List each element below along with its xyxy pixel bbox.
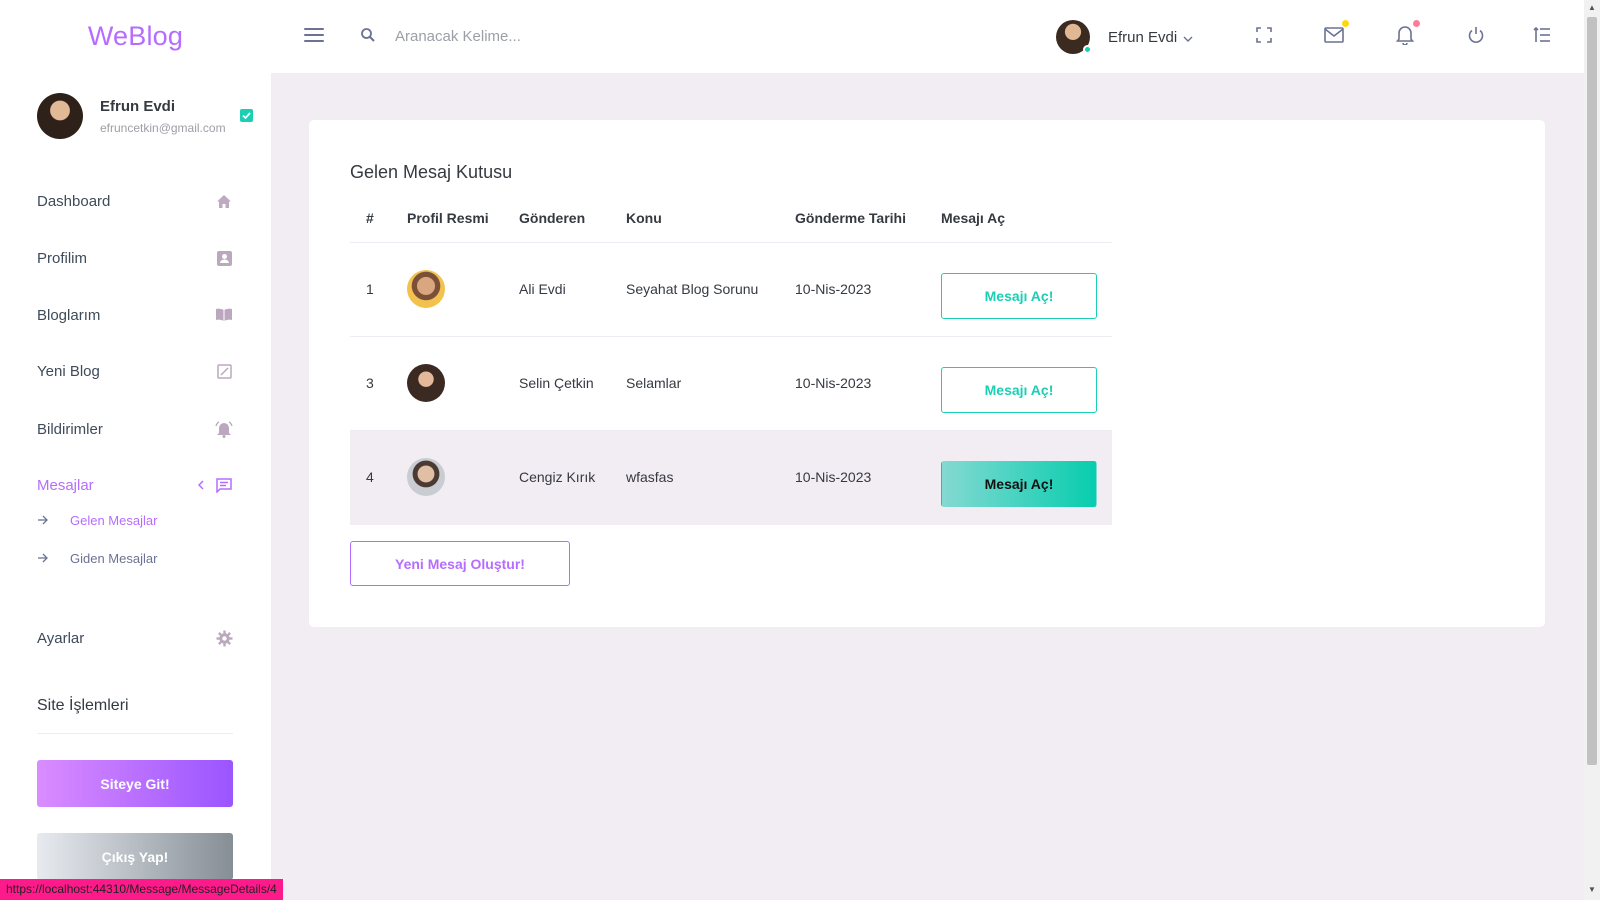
row-sender: Ali Evdi <box>519 281 566 297</box>
row-subject: Seyahat Blog Sorunu <box>626 281 759 297</box>
sidebar-profile[interactable]: Efrun Evdi efruncetkin@gmail.com <box>37 93 257 143</box>
nav-profile-dropdown[interactable]: Efrun Evdi <box>1056 18 1193 56</box>
avatar <box>407 270 445 308</box>
avatar <box>407 458 445 496</box>
section-title-site-islemleri: Site İşlemleri <box>37 697 129 714</box>
row-sender: Selin Çetkin <box>519 375 594 391</box>
row-subject: Selamlar <box>626 375 682 391</box>
verified-icon <box>240 109 253 122</box>
logout-button[interactable]: Çıkış Yap! <box>37 833 233 880</box>
open-message-button[interactable]: Mesajı Aç! <box>941 367 1097 413</box>
avatar <box>37 93 83 139</box>
avatar <box>1056 20 1092 54</box>
column-header: Konu <box>626 210 662 226</box>
page-title: Gelen Mesaj Kutusu <box>350 162 513 182</box>
search-input[interactable] <box>395 22 695 50</box>
sidebar-item-yeni-blog[interactable]: Yeni Blog <box>37 359 233 383</box>
sidebar-subitem-label: Gelen Mesajlar <box>70 512 158 528</box>
sidebar-item-dashboard[interactable]: Dashboard <box>37 189 233 213</box>
nav-user-name: Efrun Evdi <box>1108 28 1178 46</box>
mail-badge <box>1342 20 1349 27</box>
sidebar-item-label: Yeni Blog <box>37 362 100 380</box>
sidebar-subitem-label: Giden Mesajlar <box>70 550 158 566</box>
page-scrollbar[interactable]: ▲ ▼ <box>1584 0 1600 900</box>
search-icon <box>360 27 376 43</box>
chevron-left-icon <box>197 477 204 494</box>
message-icon <box>215 476 233 494</box>
table-row: 1 Ali Evdi Seyahat Blog Sorunu 10-Nis-20… <box>350 243 1112 337</box>
sidebar: Efrun Evdi efruncetkin@gmail.com Dashboa… <box>0 73 271 900</box>
contact-icon <box>215 249 233 267</box>
inbox-card: Gelen Mesaj Kutusu # Profil Resmi Gönder… <box>309 120 1545 627</box>
sidebar-item-bildirimler[interactable]: Bildirimler <box>37 417 233 441</box>
row-id: 1 <box>366 281 374 297</box>
bell-icon <box>215 420 233 438</box>
power-icon[interactable] <box>1465 24 1487 46</box>
scrollbar-thumb[interactable] <box>1587 17 1597 765</box>
column-header: Profil Resmi <box>407 210 489 226</box>
column-header: # <box>366 210 374 226</box>
scroll-down-icon[interactable]: ▼ <box>1588 886 1596 894</box>
new-message-button[interactable]: Yeni Mesaj Oluştur! <box>350 541 570 586</box>
mail-icon[interactable] <box>1323 20 1349 46</box>
scroll-up-icon[interactable]: ▲ <box>1588 4 1596 12</box>
go-to-site-button[interactable]: Siteye Git! <box>37 760 233 807</box>
home-icon <box>215 192 233 210</box>
bell-badge <box>1413 20 1420 27</box>
bell-icon[interactable] <box>1394 20 1420 46</box>
gear-icon <box>215 629 233 647</box>
open-message-button[interactable]: Mesajı Aç! <box>941 273 1097 319</box>
sidebar-item-label: Bildirimler <box>37 420 103 438</box>
row-id: 3 <box>366 375 374 391</box>
sidebar-item-label: Mesajlar <box>37 476 94 494</box>
sidebar-item-label: Ayarlar <box>37 629 85 647</box>
top-navbar: WeBlog Efrun Evdi <box>0 0 1584 73</box>
table-row: 4 Cengiz Kırık wfasfas 10-Nis-2023 Mesaj… <box>350 431 1112 525</box>
sidebar-item-mesajlar[interactable]: Mesajlar <box>37 473 233 497</box>
column-header: Gönderen <box>519 210 586 226</box>
fullscreen-icon[interactable] <box>1253 24 1275 46</box>
sidebar-item-profilim[interactable]: Profilim <box>37 246 233 270</box>
open-message-button[interactable]: Mesajı Aç! <box>941 461 1097 507</box>
sidebar-item-label: Bloglarım <box>37 306 101 324</box>
column-header: Gönderme Tarihi <box>795 210 906 226</box>
row-id: 4 <box>366 469 374 485</box>
sidebar-item-ayarlar[interactable]: Ayarlar <box>37 626 233 650</box>
edit-icon <box>215 362 233 380</box>
arrow-right-icon <box>37 513 57 528</box>
row-date: 10-Nis-2023 <box>795 375 872 391</box>
sidebar-profile-email: efruncetkin@gmail.com <box>100 121 226 135</box>
online-status-dot <box>1083 45 1092 54</box>
row-subject: wfasfas <box>626 469 674 485</box>
menu-toggle-icon[interactable] <box>302 24 326 48</box>
inbox-table: # Profil Resmi Gönderen Konu Gönderme Ta… <box>350 205 1112 525</box>
status-bar-url: https://localhost:44310/Message/MessageD… <box>0 879 283 900</box>
column-header: Mesajı Aç <box>941 210 1006 226</box>
row-date: 10-Nis-2023 <box>795 469 872 485</box>
row-sender: Cengiz Kırık <box>519 469 596 485</box>
divider <box>37 733 233 734</box>
avatar <box>407 364 445 402</box>
table-row: 3 Selin Çetkin Selamlar 10-Nis-2023 Mesa… <box>350 337 1112 431</box>
chevron-down-icon <box>1183 29 1193 47</box>
list-icon[interactable] <box>1531 24 1553 46</box>
sidebar-subitem-gelen-mesajlar[interactable]: Gelen Mesajlar <box>37 510 157 530</box>
sidebar-profile-name: Efrun Evdi <box>100 98 176 115</box>
sidebar-item-bloglarim[interactable]: Bloglarım <box>37 303 233 327</box>
sidebar-subitem-giden-mesajlar[interactable]: Giden Mesajlar <box>37 548 157 568</box>
brand-logo[interactable]: WeBlog <box>0 0 271 73</box>
table-header: # Profil Resmi Gönderen Konu Gönderme Ta… <box>350 205 1112 243</box>
arrow-right-icon <box>37 551 57 566</box>
book-icon <box>215 306 233 324</box>
sidebar-item-label: Dashboard <box>37 192 111 210</box>
row-date: 10-Nis-2023 <box>795 281 872 297</box>
sidebar-item-label: Profilim <box>37 249 88 267</box>
